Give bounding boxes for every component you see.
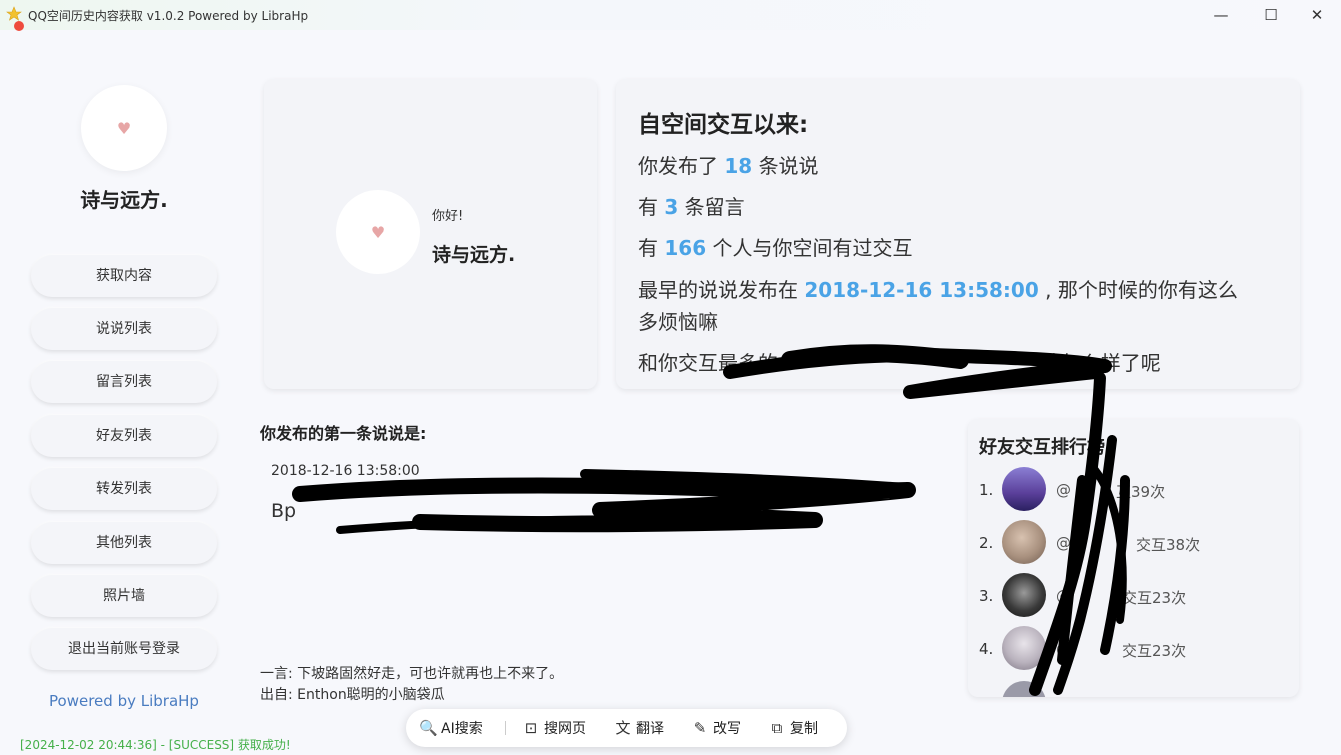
stat-interact-suffix: 个人与你空间有过交互 bbox=[712, 236, 913, 260]
quote-source: 出自: Enthon聪明的小脑袋瓜 bbox=[260, 687, 445, 703]
copy-button[interactable]: ⧉ 复制 bbox=[768, 709, 818, 747]
close-button[interactable]: ✕ bbox=[1294, 0, 1340, 30]
title-bar: QQ空间历史内容获取 v1.0.2 Powered by LibraHp — ☐… bbox=[0, 0, 1341, 31]
rank-count: 互39次 bbox=[1116, 483, 1166, 501]
ai-search-button[interactable]: 🔍 AI搜索 bbox=[419, 709, 483, 747]
powered-by-link[interactable]: Powered by LibraHp bbox=[0, 692, 248, 710]
web-search-button[interactable]: ⊡ 搜网页 bbox=[522, 709, 586, 747]
stat-earliest-suffix: , 那个时候的你有这么 bbox=[1045, 278, 1238, 302]
welcome-username: 诗与远方. bbox=[432, 244, 516, 266]
toolbar-divider bbox=[505, 721, 506, 735]
nav-photo-wall-button[interactable]: 照片墙 bbox=[31, 575, 217, 617]
rank-count: 交互23次 bbox=[1122, 589, 1187, 607]
copy-label: 复制 bbox=[790, 721, 818, 737]
stat-earliest-prefix: 最早的说说发布在 bbox=[638, 278, 798, 302]
ai-search-label: AI搜索 bbox=[441, 721, 483, 737]
rank-index: 4. bbox=[979, 640, 994, 658]
edit-icon: ✎ bbox=[693, 719, 707, 737]
nav-friends-list-button[interactable]: 好友列表 bbox=[31, 415, 217, 457]
translate-icon: 文 bbox=[615, 719, 631, 737]
nav-other-list-button[interactable]: 其他列表 bbox=[31, 522, 217, 564]
stat-posts-suffix: 条说说 bbox=[758, 154, 819, 178]
rank-count: 交互38次 bbox=[1136, 536, 1201, 554]
heart-icon: ♥ bbox=[116, 118, 132, 138]
search-icon: 🔍 bbox=[419, 719, 438, 737]
first-post-heading: 你发布的第一条说说是: bbox=[260, 424, 427, 443]
friend-ranking-card: 好友交互排行榜 1. @ 互39次 2. @ 交互38次 3. @ 交互23次 … bbox=[968, 419, 1299, 697]
copy-icon: ⧉ bbox=[771, 719, 783, 737]
rank-index: 3. bbox=[979, 587, 994, 605]
rank-count: 交互23次 bbox=[1122, 642, 1187, 660]
window-title: QQ空间历史内容获取 v1.0.2 Powered by LibraHp bbox=[28, 9, 309, 23]
maximize-button[interactable]: ☐ bbox=[1248, 0, 1294, 30]
translate-button[interactable]: 文翻译 bbox=[614, 709, 664, 747]
rank-avatar[interactable] bbox=[1002, 681, 1046, 697]
rank-index: 1. bbox=[979, 481, 994, 499]
welcome-avatar: ♥ bbox=[336, 190, 420, 274]
stat-messages-prefix: 有 bbox=[638, 195, 658, 219]
stat-most-start: 和你交互最多的 bbox=[638, 351, 778, 375]
translate-label: 翻译 bbox=[636, 721, 664, 737]
rank-avatar[interactable] bbox=[1002, 626, 1046, 670]
logout-button[interactable]: 退出当前账号登录 bbox=[31, 628, 217, 670]
rewrite-label: 改写 bbox=[713, 721, 741, 737]
web-search-icon: ⊡ bbox=[524, 719, 538, 737]
first-post-content-start: Bp bbox=[271, 500, 297, 522]
nav-messages-list-button[interactable]: 留言列表 bbox=[31, 361, 217, 403]
stat-most-interact: 和你交互最多的 他怎么样了呢 bbox=[638, 347, 1161, 376]
stat-most-end: 他怎么样了呢 bbox=[1040, 351, 1161, 375]
minimize-button[interactable]: — bbox=[1198, 0, 1244, 30]
rank-index: 2. bbox=[979, 534, 994, 552]
rank-name: @ bbox=[1056, 587, 1071, 605]
rank-avatar[interactable] bbox=[1002, 467, 1046, 511]
stat-earliest-line2: 多烦恼嘛 bbox=[638, 310, 718, 334]
stat-posts-count: 18 bbox=[724, 154, 753, 178]
ranking-title: 好友交互排行榜 bbox=[979, 437, 1105, 458]
rank-name: @ bbox=[1056, 534, 1071, 552]
stat-earliest-date: 2018-12-16 13:58:00 bbox=[804, 278, 1039, 302]
status-log: [2024-12-02 20:44:36] - [SUCCESS] 获取成功! bbox=[20, 738, 291, 752]
nav-posts-list-button[interactable]: 说说列表 bbox=[31, 308, 217, 350]
stats-card: 自空间交互以来: 你发布了 18 条说说 有 3 条留言 有 166 个人与你空… bbox=[616, 79, 1300, 389]
rewrite-button[interactable]: ✎ 改写 bbox=[691, 709, 741, 747]
app-icon bbox=[6, 6, 24, 31]
greeting-text: 你好! bbox=[432, 209, 464, 224]
stat-interact-count: 166 bbox=[664, 236, 707, 260]
avatar: ♥ bbox=[81, 85, 167, 171]
stat-messages-suffix: 条留言 bbox=[684, 195, 745, 219]
rank-avatar[interactable] bbox=[1002, 573, 1046, 617]
rank-avatar[interactable] bbox=[1002, 520, 1046, 564]
quote-text: 一言: 下坡路固然好走，可也许就再也上不来了。 bbox=[260, 666, 564, 682]
first-post-time: 2018-12-16 13:58:00 bbox=[271, 463, 420, 479]
first-post-content: Bp 徐久 bbox=[271, 496, 776, 523]
stat-posts: 你发布了 18 条说说 bbox=[638, 150, 819, 179]
stat-posts-prefix: 你发布了 bbox=[638, 154, 718, 178]
nav-fetch-content-button[interactable]: 获取内容 bbox=[31, 255, 217, 297]
heart-icon: ♥ bbox=[370, 222, 386, 242]
web-search-label: 搜网页 bbox=[544, 721, 586, 737]
stat-interact-prefix: 有 bbox=[638, 236, 658, 260]
rank-name: @ bbox=[1056, 481, 1071, 499]
selection-toolbar: 🔍 AI搜索 ⊡ 搜网页 文翻译 ✎ 改写 ⧉ 复制 bbox=[406, 709, 847, 747]
sidebar-username: 诗与远方. bbox=[80, 188, 168, 212]
rank-name: @ bbox=[1056, 640, 1071, 658]
nav-forwards-list-button[interactable]: 转发列表 bbox=[31, 468, 217, 510]
welcome-card: ♥ 你好! 诗与远方. bbox=[264, 79, 597, 389]
stat-messages: 有 3 条留言 bbox=[638, 191, 745, 220]
stats-title: 自空间交互以来: bbox=[638, 112, 809, 138]
stat-messages-count: 3 bbox=[664, 195, 679, 219]
first-post-content-end: 徐久 bbox=[738, 500, 777, 522]
stat-interactions: 有 166 个人与你空间有过交互 bbox=[638, 232, 912, 261]
stat-earliest: 最早的说说发布在 2018-12-16 13:58:00 , 那个时候的你有这么 bbox=[638, 274, 1238, 303]
